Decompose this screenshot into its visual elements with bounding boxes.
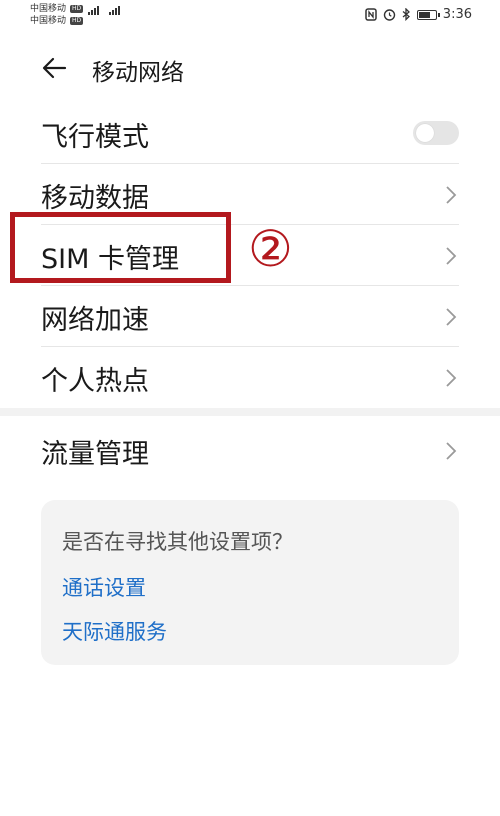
status-time: 3:36 bbox=[442, 7, 472, 22]
suggestion-question: 是否在寻找其他设置项？ bbox=[62, 530, 293, 554]
battery-icon bbox=[416, 9, 440, 20]
bluetooth-icon bbox=[402, 8, 410, 21]
chevron-right-icon bbox=[446, 442, 457, 460]
nfc-icon bbox=[365, 8, 377, 21]
highlight-box bbox=[10, 212, 231, 283]
carrier-name-2: 中国移动 bbox=[30, 16, 67, 26]
signal-strength-icon bbox=[109, 6, 120, 15]
page-header: 移动网络 bbox=[0, 40, 500, 96]
skylink-service-link[interactable]: 天际通服务 bbox=[62, 616, 167, 646]
status-icons: 3:36 bbox=[365, 7, 472, 22]
chevron-right-icon bbox=[446, 369, 457, 387]
carrier-name-1: 中国移动 bbox=[30, 4, 67, 14]
chevron-right-icon bbox=[446, 308, 457, 326]
chevron-right-icon bbox=[446, 247, 457, 265]
page-title: 移动网络 bbox=[92, 60, 184, 86]
arrow-left-icon[interactable] bbox=[40, 54, 68, 82]
hd-badge-2: HD bbox=[70, 17, 84, 25]
suggestion-card: 是否在寻找其他设置项？ 通话设置 天际通服务 bbox=[41, 500, 459, 665]
status-bar: 中国移动 HD 中国移动 HD 3:36 bbox=[0, 0, 500, 30]
carrier-info: 中国移动 HD 中国移动 HD bbox=[30, 3, 84, 27]
signal-indicators bbox=[88, 6, 120, 15]
hd-badge-1: HD bbox=[70, 5, 84, 13]
chevron-right-icon bbox=[446, 186, 457, 204]
list-item-label: 移动数据 bbox=[41, 183, 149, 214]
list-item-label: 流量管理 bbox=[41, 439, 149, 470]
list-item-traffic-management[interactable]: 流量管理 bbox=[0, 420, 500, 482]
signal-strength-icon bbox=[88, 6, 99, 15]
alarm-icon bbox=[383, 9, 395, 21]
section-divider bbox=[0, 408, 500, 416]
list-item-network-acceleration[interactable]: 网络加速 bbox=[0, 286, 500, 347]
step-marker: ② bbox=[248, 220, 293, 278]
toggle-knob bbox=[416, 124, 434, 142]
airplane-mode-toggle[interactable] bbox=[413, 121, 459, 145]
list-item-personal-hotspot[interactable]: 个人热点 bbox=[0, 347, 500, 408]
list-item-label: 网络加速 bbox=[41, 305, 149, 336]
list-item-airplane-mode[interactable]: 飞行模式 bbox=[0, 103, 500, 164]
list-item-label: 个人热点 bbox=[41, 366, 149, 397]
list-item-label: 飞行模式 bbox=[41, 122, 149, 153]
call-settings-link[interactable]: 通话设置 bbox=[62, 572, 146, 602]
